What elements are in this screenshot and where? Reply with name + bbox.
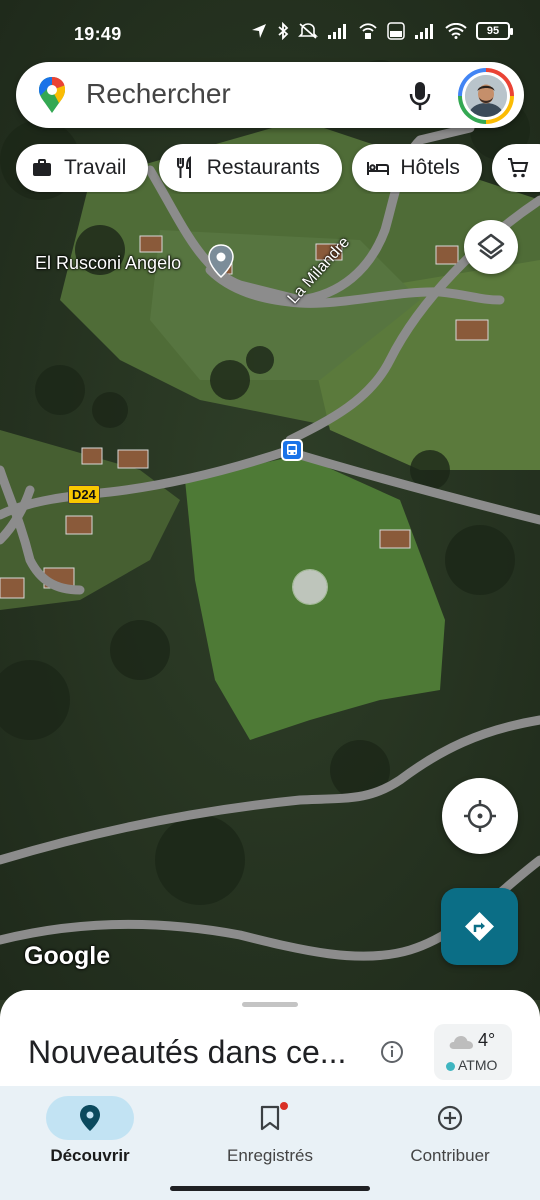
weather-widget[interactable]: 4° ATMO (434, 1024, 512, 1080)
notification-dot (280, 1102, 288, 1110)
signal-icon (328, 24, 346, 39)
search-bar[interactable]: Rechercher (16, 62, 524, 128)
bottom-navigation: Découvrir Enregistrés Contribuer (0, 1086, 540, 1200)
layers-icon (477, 233, 505, 260)
weather-temperature: 4° (478, 1030, 496, 1050)
bookmark-icon (260, 1105, 280, 1131)
chip-shopping[interactable] (492, 144, 540, 192)
directions-button[interactable] (441, 888, 518, 965)
air-quality-dot (446, 1062, 455, 1071)
my-location-button[interactable] (442, 778, 518, 854)
battery-indicator: 95 (476, 22, 513, 40)
add-circle-icon (438, 1105, 462, 1131)
place-pin-icon[interactable] (208, 244, 234, 278)
search-input[interactable]: Rechercher (86, 78, 231, 110)
chip-restaurants[interactable]: Restaurants (158, 144, 342, 192)
mute-icon (298, 23, 318, 39)
avatar (465, 75, 507, 117)
google-watermark: Google (24, 942, 111, 970)
chip-label: Restaurants (206, 156, 320, 179)
layers-button[interactable] (464, 220, 518, 274)
nav-contribuer[interactable]: Contribuer (360, 1086, 540, 1186)
sheet-title: Nouveautés dans ce... (28, 1034, 347, 1070)
status-icons: 95 (250, 22, 513, 40)
chip-label: Travail (64, 156, 127, 179)
shopping-cart-icon (508, 158, 529, 178)
microphone-icon[interactable] (408, 80, 432, 112)
fork-knife-icon (176, 156, 191, 178)
nav-decouvrir[interactable]: Découvrir (0, 1086, 180, 1186)
chip-hotels[interactable]: Hôtels (352, 144, 482, 192)
chip-travail[interactable]: Travail (16, 144, 149, 192)
sheet-drag-handle[interactable] (242, 1002, 298, 1007)
cloud-icon (449, 1036, 473, 1049)
nav-enregistres[interactable]: Enregistrés (180, 1086, 360, 1186)
bus-stop-icon[interactable] (281, 439, 303, 461)
signal-2-icon (415, 24, 433, 39)
account-avatar[interactable] (458, 68, 514, 124)
briefcase-icon (33, 159, 51, 176)
volte-icon (387, 22, 405, 40)
my-location-dot (293, 570, 327, 604)
air-quality-label: ATMO (458, 1057, 498, 1073)
nav-label: Contribuer (410, 1146, 490, 1165)
wifi-calling-icon (359, 23, 377, 39)
nav-label: Enregistrés (227, 1146, 313, 1165)
gesture-navigation-bar[interactable] (170, 1186, 370, 1191)
chip-label: Hôtels (400, 156, 460, 179)
status-bar: 19:49 95 (0, 0, 540, 64)
directions-icon (465, 912, 494, 941)
location-pin-icon (80, 1105, 100, 1131)
bed-icon (367, 162, 390, 175)
road-number-badge: D24 (68, 485, 100, 504)
google-maps-logo-icon (39, 77, 65, 113)
info-icon[interactable] (380, 1040, 404, 1064)
crosshair-icon (464, 800, 496, 832)
bluetooth-icon (278, 22, 289, 40)
explore-bottom-sheet[interactable]: Nouveautés dans ce... 4° ATMO (0, 990, 540, 1100)
status-time: 19:49 (74, 24, 122, 44)
place-label[interactable]: El Rusconi Angelo (35, 253, 181, 274)
category-chips: Travail Restaurants Hôtels (16, 144, 540, 194)
nav-label: Découvrir (50, 1146, 130, 1165)
navigation-icon (252, 24, 266, 38)
wifi-icon (445, 23, 467, 39)
